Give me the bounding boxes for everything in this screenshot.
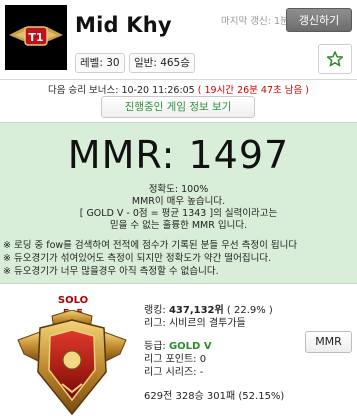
mmr-description-3: 믿을 수 없는 훌륭한 MMR 입니다. xyxy=(109,220,248,231)
bonus-time: 다음 승리 보너스: 10-20 11:26:05 xyxy=(48,85,195,96)
summoner-name: Mid Khy xyxy=(75,13,172,37)
star-outline-icon xyxy=(326,51,344,67)
gold-tier-emblem xyxy=(10,309,134,416)
favorite-button[interactable] xyxy=(318,44,352,74)
mmr-panel: MMR: 1497 정확도: 100% MMR이 매우 높습니다. [ GOLD… xyxy=(0,122,357,284)
win-loss-record: 629전 328승 301패 (52.15%) xyxy=(144,391,285,402)
league-name: 리그: 시비르의 결투가들 xyxy=(144,318,246,329)
mmr-note: ※ 로딩 중 fow를 검색하여 전적에 점수가 기록된 분들 우선 측정이 됩… xyxy=(3,240,298,251)
profile-header: T1 Mid Khy 마지막 갱신: 1분 전 갱신하기 레벨: 30 일반: … xyxy=(0,0,357,80)
normal-wins-badge: 일반: 465승 xyxy=(129,53,195,73)
level-badge: 레벨: 30 xyxy=(75,53,125,73)
refresh-button[interactable]: 갱신하기 xyxy=(286,8,352,32)
queue-type: SOLO xyxy=(57,295,89,306)
mmr-button[interactable]: MMR xyxy=(305,331,352,353)
league-series: 리그 시리즈: - xyxy=(144,367,204,378)
team-logo: T1 xyxy=(5,5,67,70)
header-divider xyxy=(0,79,357,80)
bonus-remaining: ( 19시간 26분 47초 남음 ) xyxy=(194,85,309,96)
next-win-bonus: 다음 승리 보너스: 10-20 11:26:05 ( 19시간 26분 47초… xyxy=(0,82,357,96)
ingame-info-button[interactable]: 진행중인 게임 정보 보기 xyxy=(101,96,255,118)
mmr-value: MMR: 1497 xyxy=(67,133,290,177)
logo-lettering: T1 xyxy=(28,31,43,44)
mmr-note: ※ 듀오경기가 너무 많을경우 아직 측정할 수 없습니다. xyxy=(3,266,219,277)
mmr-note: ※ 듀오경기가 섞여있어도 측정이 되지만 정확도가 약간 떨어집니다. xyxy=(3,253,272,264)
ranked-section: SOLO 5v5 랭킹: 43 xyxy=(0,290,357,416)
